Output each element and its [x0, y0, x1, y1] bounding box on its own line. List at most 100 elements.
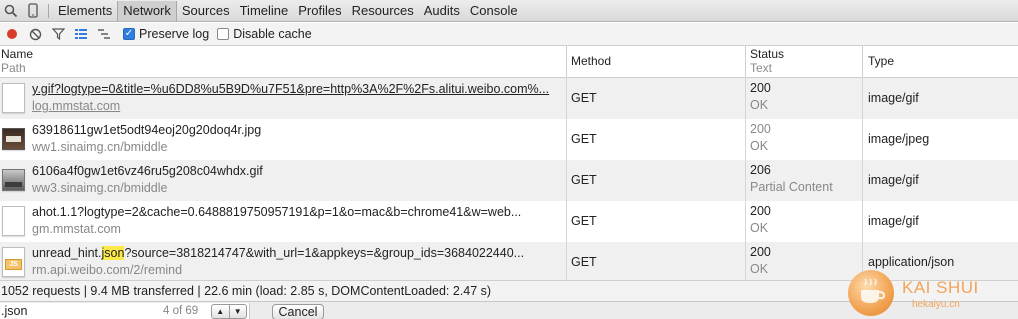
- image-thumbnail-icon: [2, 169, 25, 191]
- request-status-text: OK: [750, 98, 769, 112]
- column-divider: [745, 78, 746, 119]
- request-name[interactable]: 6106a4f0gw1et6vz46ru5g208c04whdx.gif: [32, 164, 562, 178]
- chevron-up-icon[interactable]: ▲: [212, 305, 230, 318]
- tab-audits[interactable]: Audits: [419, 1, 465, 21]
- column-divider[interactable]: [862, 46, 863, 77]
- column-header-name[interactable]: Name: [1, 47, 33, 61]
- request-method: GET: [571, 91, 597, 105]
- image-thumbnail-icon: [2, 128, 25, 150]
- filter-icon[interactable]: [47, 24, 69, 44]
- disable-cache-checkbox[interactable]: Disable cache: [217, 27, 312, 41]
- column-header-text: Text: [750, 61, 773, 75]
- network-toolbar: ✓ Preserve log Disable cache: [0, 23, 1018, 46]
- column-divider: [862, 78, 863, 119]
- request-domain: ww1.sinaimg.cn/bmiddle: [32, 140, 168, 154]
- request-status: 200: [750, 122, 771, 136]
- column-header-method[interactable]: Method: [571, 54, 611, 68]
- clear-button[interactable]: [24, 24, 46, 44]
- column-divider[interactable]: [745, 46, 746, 77]
- cancel-button[interactable]: Cancel: [272, 304, 324, 319]
- request-method: GET: [571, 173, 597, 187]
- tab-sources[interactable]: Sources: [177, 1, 235, 21]
- column-divider: [862, 201, 863, 242]
- column-header-path: Path: [1, 61, 26, 75]
- blank-file-icon: [2, 83, 25, 113]
- request-type: image/gif: [868, 173, 919, 187]
- request-type: application/json: [868, 255, 955, 269]
- column-divider: [745, 119, 746, 160]
- column-divider: [566, 242, 567, 283]
- table-row[interactable]: 63918611gw1et5odt94eoj20g20doq4r.jpg ww1…: [0, 119, 1018, 160]
- request-name[interactable]: 63918611gw1et5odt94eoj20g20doq4r.jpg: [32, 123, 562, 137]
- request-status: 206: [750, 163, 771, 177]
- watermark-subtitle: hekaiyu.cn: [912, 299, 960, 310]
- request-domain: ww3.sinaimg.cn/bmiddle: [32, 181, 168, 195]
- column-divider: [745, 201, 746, 242]
- requests-table-header: Name Path Method Status Text Type: [0, 46, 1018, 78]
- watermark-title: KAI SHUI: [902, 278, 979, 297]
- tab-divider: [48, 3, 49, 18]
- request-method: GET: [571, 132, 597, 146]
- table-row[interactable]: ahot.1.1?logtype=2&cache=0.6488819750957…: [0, 201, 1018, 242]
- request-status: 200: [750, 81, 771, 95]
- request-type: image/gif: [868, 91, 919, 105]
- request-type: image/gif: [868, 214, 919, 228]
- request-domain: gm.mmstat.com: [32, 222, 121, 236]
- table-row[interactable]: 6106a4f0gw1et6vz46ru5g208c04whdx.gif ww3…: [0, 160, 1018, 201]
- column-divider: [745, 242, 746, 283]
- search-match-highlight: json: [101, 246, 125, 260]
- large-rows-icon[interactable]: [70, 24, 92, 44]
- search-navigation: ▲ ▼: [211, 304, 247, 319]
- chevron-down-icon[interactable]: ▼: [230, 305, 247, 318]
- request-domain: log.mmstat.com: [32, 99, 121, 113]
- request-type: image/jpeg: [868, 132, 930, 146]
- tab-profiles[interactable]: Profiles: [293, 1, 346, 21]
- request-status: 200: [750, 204, 771, 218]
- search-match-count: 4 of 69: [163, 305, 199, 317]
- request-status-text: OK: [750, 262, 769, 276]
- tab-elements[interactable]: Elements: [53, 1, 117, 21]
- request-name-prefix: unread_hint.: [32, 246, 102, 260]
- request-name[interactable]: ahot.1.1?logtype=2&cache=0.6488819750957…: [32, 205, 562, 219]
- request-name-suffix: ?source=3818214747&with_url=1&appkeys=&g…: [124, 246, 525, 260]
- request-status-text: OK: [750, 139, 769, 153]
- column-divider: [566, 119, 567, 160]
- js-file-icon: JS: [2, 247, 25, 277]
- request-status: 200: [750, 245, 771, 259]
- column-divider: [745, 160, 746, 201]
- column-divider: [566, 201, 567, 242]
- requests-table-body: y.gif?logtype=0&title=%u6DD8%u5B9D%u7F51…: [0, 78, 1018, 283]
- tab-network[interactable]: Network: [117, 0, 177, 21]
- teacup-logo-icon: [848, 270, 894, 316]
- search-icon[interactable]: [0, 0, 22, 22]
- record-button[interactable]: [1, 24, 23, 44]
- request-status-text: Partial Content: [750, 180, 833, 194]
- column-divider: [862, 119, 863, 160]
- unchecked-box-icon: [217, 28, 230, 40]
- preserve-log-label: Preserve log: [139, 27, 210, 41]
- device-mode-icon[interactable]: [22, 0, 44, 22]
- request-method: GET: [571, 255, 597, 269]
- blank-file-icon: [2, 206, 25, 236]
- request-domain: rm.api.weibo.com/2/remind: [32, 263, 183, 277]
- request-name[interactable]: y.gif?logtype=0&title=%u6DD8%u5B9D%u7F51…: [32, 82, 562, 96]
- tab-resources[interactable]: Resources: [347, 1, 419, 21]
- column-header-status[interactable]: Status: [750, 47, 784, 61]
- preserve-log-checkbox[interactable]: ✓ Preserve log: [123, 27, 209, 41]
- tab-timeline[interactable]: Timeline: [235, 1, 294, 21]
- column-header-type[interactable]: Type: [868, 54, 894, 68]
- checkmark-icon: ✓: [123, 28, 135, 40]
- table-row[interactable]: y.gif?logtype=0&title=%u6DD8%u5B9D%u7F51…: [0, 78, 1018, 119]
- disable-cache-label: Disable cache: [233, 27, 312, 41]
- request-status-text: OK: [750, 221, 769, 235]
- column-divider: [566, 160, 567, 201]
- request-method: GET: [571, 214, 597, 228]
- overview-icon[interactable]: [93, 24, 115, 44]
- column-divider[interactable]: [566, 46, 567, 77]
- column-divider: [862, 160, 863, 201]
- devtools-tab-bar: Elements Network Sources Timeline Profil…: [0, 0, 1018, 22]
- column-divider: [566, 78, 567, 119]
- watermark-logo: KAI SHUI hekaiyu.cn: [846, 268, 1016, 319]
- tab-console[interactable]: Console: [465, 1, 523, 21]
- request-name[interactable]: unread_hint.json?source=3818214747&with_…: [32, 246, 562, 260]
